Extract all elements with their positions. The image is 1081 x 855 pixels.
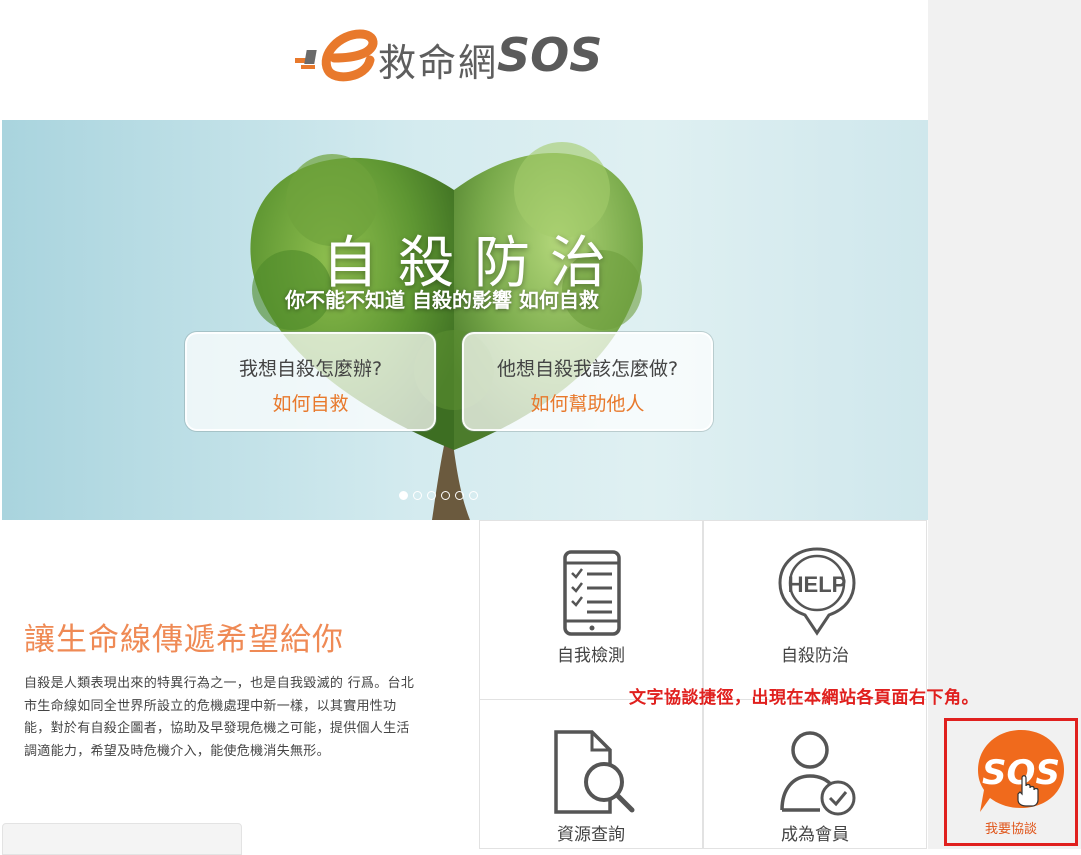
carousel-dot-2[interactable] (413, 491, 422, 500)
sos-chat-label[interactable]: 我要協談 (944, 818, 1078, 837)
tile-suicide-prevention[interactable]: HELP 自殺防治 (703, 520, 927, 700)
lower-card-stub (2, 823, 242, 855)
tile-become-member[interactable]: 成為會員 (703, 699, 927, 849)
logo-e-mark (295, 29, 378, 82)
sos-badge-text: SOS (982, 753, 1060, 793)
slogan-heading: 讓生命線傳遞希望給你 (24, 622, 344, 658)
tile-become-member-label: 成為會員 (781, 825, 849, 845)
site-logo[interactable]: 救命網 SOS (292, 20, 612, 90)
intro-text: 自殺是人類表現出來的特異行為之一，也是自我毀滅的 行爲。台北市生命線如同全世界所… (24, 676, 415, 759)
logo-text: 救命網 (378, 41, 499, 85)
self-help-question: 我想自殺怎麼辦? (238, 358, 383, 380)
hero-subtitle: 你不能不知道 自殺的影響 如何自救 (285, 288, 599, 312)
hero-banner: 自殺防治 你不能不知道 自殺的影響 如何自救 我想自殺怎麼辦? 如何自救 他想自… (2, 120, 928, 520)
carousel-dot-5[interactable] (455, 491, 464, 500)
help-others-button[interactable]: 他想自殺我該怎麼做? 如何幫助他人 (462, 332, 713, 431)
carousel-dot-3[interactable] (427, 491, 436, 500)
heart-tree-image (250, 142, 643, 520)
carousel-dot-6[interactable] (469, 491, 478, 500)
sos-chat-icon[interactable]: SOS (976, 728, 1066, 816)
carousel-dot-1[interactable] (399, 491, 408, 500)
help-others-question: 他想自殺我該怎麼做? (496, 358, 679, 380)
carousel-dots (399, 485, 483, 500)
help-bubble-icon: HELP (778, 547, 856, 636)
carousel-dot-4[interactable] (441, 491, 450, 500)
tile-suicide-prevention-label: 自殺防治 (781, 646, 849, 666)
annotation-note: 文字協談捷徑，出現在本網站各頁面右下角。 (629, 688, 979, 708)
logo-sos: SOS (497, 28, 603, 82)
svg-text:HELP: HELP (788, 572, 847, 597)
checklist-phone-icon (563, 550, 621, 636)
tile-self-test[interactable]: 自我檢測 (479, 520, 703, 700)
document-search-icon (554, 730, 635, 814)
self-help-button[interactable]: 我想自殺怎麼辦? 如何自救 (185, 332, 436, 431)
tile-resource-search-label: 資源查詢 (557, 825, 625, 845)
header: 救命網 SOS (0, 0, 928, 118)
help-others-link[interactable]: 如何幫助他人 (464, 389, 711, 416)
member-check-icon (780, 731, 856, 816)
tile-self-test-label: 自我檢測 (557, 646, 625, 666)
self-help-link[interactable]: 如何自救 (187, 389, 434, 416)
tile-resource-search[interactable]: 資源查詢 (479, 699, 703, 849)
